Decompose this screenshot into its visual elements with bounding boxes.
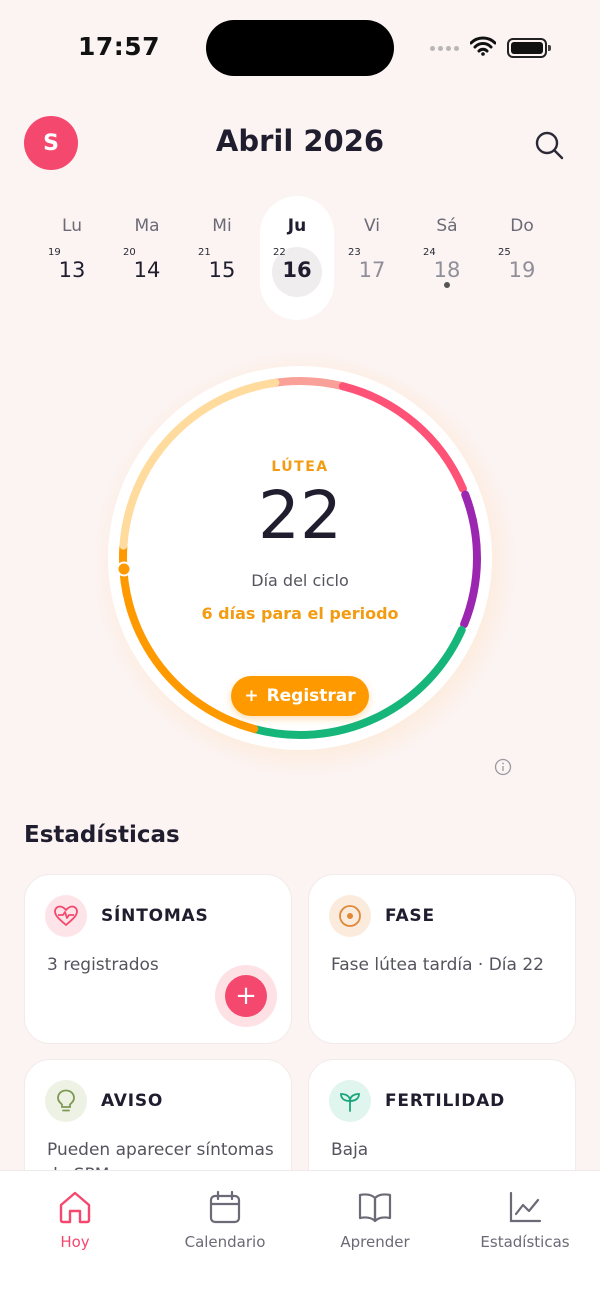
day-cycle-number: 19 [48,247,61,258]
cycle-day-caption: Día del ciclo [251,571,349,590]
day-number: 14 [133,258,161,282]
day-name: Lu [62,216,82,236]
event-dot [444,282,450,288]
tab-learn[interactable]: Aprender [300,1189,450,1251]
day-cycle-number: 24 [423,247,436,258]
card-title: AVISO [101,1091,164,1111]
week-day-selected[interactable]: Ju 22 16 [260,196,334,320]
day-name: Sá [436,216,458,236]
heart-pulse-icon [45,895,87,937]
sprout-icon [329,1080,371,1122]
week-day[interactable]: Do 25 19 [485,196,559,320]
day-number: 16 [282,258,312,282]
book-icon [358,1193,392,1223]
day-name: Ju [287,216,307,236]
card-title: FASE [385,906,435,926]
plus-icon: + [244,686,259,706]
tab-bar: Hoy Calendario Aprender Estadísticas [0,1170,600,1305]
period-countdown: 6 días para el periodo [201,604,399,623]
day-cycle-number: 23 [348,247,361,258]
tab-home[interactable]: Hoy [0,1189,150,1251]
day-name: Do [510,216,534,236]
tab-label: Estadísticas [480,1233,570,1251]
day-number: 17 [358,258,386,282]
calendar-icon [209,1190,241,1224]
day-cycle-number: 22 [273,247,286,258]
day-name: Ma [134,216,160,236]
day-name: Mi [212,216,232,236]
target-icon [329,895,371,937]
week-day[interactable]: Mi 21 15 [185,196,259,320]
tab-label: Calendario [184,1233,266,1251]
phase-card[interactable]: FASE Fase lútea tardía · Día 22 [308,874,576,1044]
stats-title: Estadísticas [24,822,180,848]
day-number: 19 [508,258,536,282]
week-strip: Lu 19 13 Ma 20 14 Mi 21 15 Ju 22 16 Vi 2… [35,196,595,320]
day-name: Vi [364,216,380,236]
info-icon[interactable] [494,758,512,776]
cycle-day-number: 22 [258,477,342,554]
day-cycle-number: 25 [498,247,511,258]
wifi-icon [470,36,496,56]
day-number: 15 [208,258,236,282]
phase-label: LÚTEA [271,459,329,475]
day-number: 18 [433,258,461,282]
tab-label: Aprender [340,1233,410,1251]
search-icon[interactable] [532,128,566,162]
symptoms-card[interactable]: SÍNTOMAS 3 registrados + [24,874,292,1044]
status-time: 17:57 [78,32,161,61]
day-number: 13 [58,258,86,282]
day-cycle-number: 20 [123,247,136,258]
week-day[interactable]: Sá 24 18 [410,196,484,320]
card-title: SÍNTOMAS [101,906,209,926]
dynamic-island [206,20,394,76]
tab-stats[interactable]: Estadísticas [450,1189,600,1251]
chart-icon [509,1191,542,1223]
battery-icon [507,38,551,58]
tab-label: Hoy [60,1233,90,1251]
register-label: Registrar [266,686,356,706]
week-day[interactable]: Lu 19 13 [35,196,109,320]
day-cycle-number: 21 [198,247,211,258]
register-button[interactable]: + Registrar [231,676,369,716]
card-body: Fase lútea tardía · Día 22 [331,955,544,975]
week-day[interactable]: Ma 20 14 [110,196,184,320]
week-day[interactable]: Vi 23 17 [335,196,409,320]
status-bar: 17:57 [0,0,600,96]
lightbulb-icon [45,1080,87,1122]
home-icon [59,1191,91,1224]
month-title: Abril 2026 [215,124,385,158]
card-title: FERTILIDAD [385,1091,506,1111]
tab-calendar[interactable]: Calendario [150,1189,300,1251]
add-symptom-button[interactable]: + [215,965,277,1027]
card-body: Baja [331,1140,369,1160]
plus-icon: + [225,975,267,1017]
cellular-signal-icon [430,46,459,51]
